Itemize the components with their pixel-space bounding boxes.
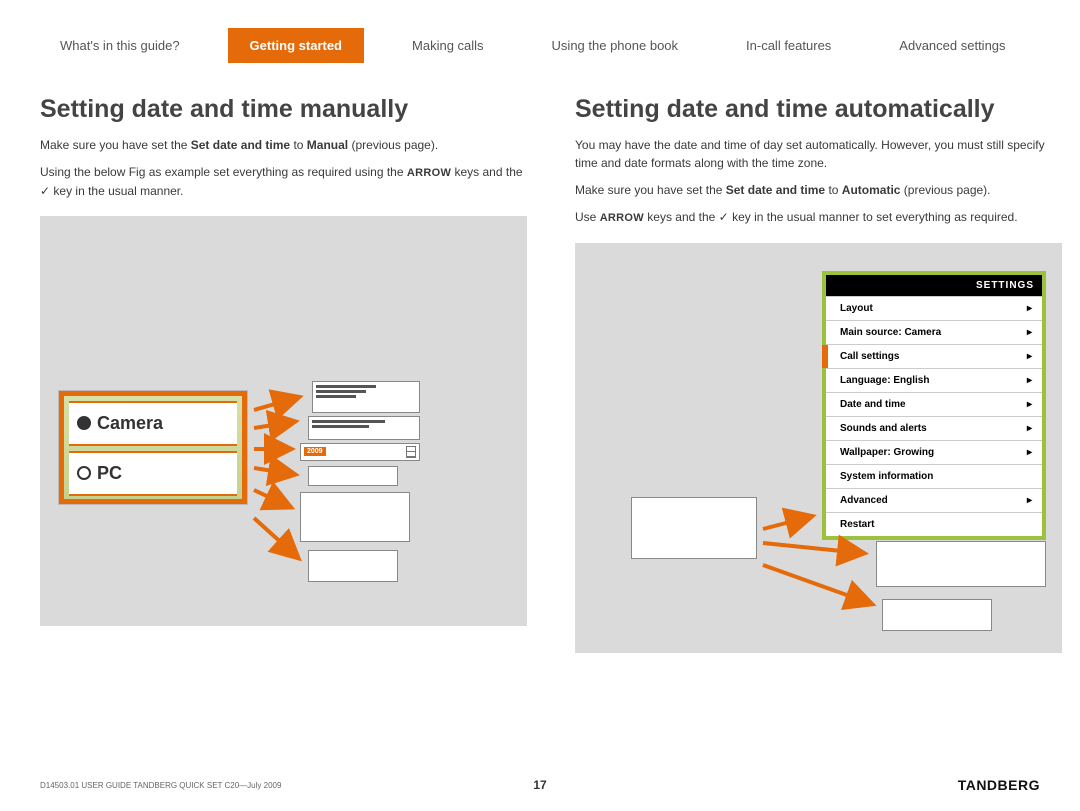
arrow-icon [252, 418, 304, 437]
arrow-icon [252, 464, 304, 483]
source-pc-label: PC [97, 463, 122, 484]
arrow-icon [252, 488, 300, 517]
thumb-4 [308, 466, 398, 486]
arrow-icon [761, 563, 881, 616]
year-badge: 2009 [304, 447, 326, 456]
auto-p3: Use ARROW keys and the ✓ key in the usua… [575, 208, 1062, 227]
settings-row-layout[interactable]: Layout▸ [826, 296, 1042, 320]
manual-p2: Using the below Fig as example set every… [40, 163, 527, 200]
source-camera-label: Camera [97, 413, 163, 434]
settings-row-datetime[interactable]: Date and time▸ [826, 392, 1042, 416]
right-column: Setting date and time automatically You … [575, 95, 1062, 653]
thumb-year: 2009 [300, 443, 420, 461]
chevron-right-icon: ▸ [1027, 351, 1032, 362]
tab-getting-started[interactable]: Getting started [228, 28, 364, 63]
thumb-2 [308, 416, 420, 440]
chevron-right-icon: ▸ [1027, 303, 1032, 314]
auto-p1: You may have the date and time of day se… [575, 136, 1062, 172]
heading-manual: Setting date and time manually [40, 95, 527, 124]
tab-phone-book[interactable]: Using the phone book [532, 28, 698, 63]
arrow-icon [252, 394, 308, 419]
settings-row-wallpaper[interactable]: Wallpaper: Growing▸ [826, 440, 1042, 464]
arrow-icon [252, 516, 308, 569]
auto-p2: Make sure you have set the Set date and … [575, 181, 1062, 199]
settings-row-sysinfo[interactable]: System information▸ [826, 464, 1042, 488]
settings-row-advanced[interactable]: Advanced▸ [826, 488, 1042, 512]
source-camera[interactable]: Camera [69, 401, 237, 446]
chevron-right-icon: ▸ [1027, 375, 1032, 386]
chevron-right-icon: ▸ [1027, 327, 1032, 338]
radio-icon [77, 416, 91, 430]
thumb-box-1 [631, 497, 757, 559]
arrow-icon [252, 442, 298, 460]
chevron-right-icon: ▸ [1027, 399, 1032, 410]
settings-row-language[interactable]: Language: English▸ [826, 368, 1042, 392]
radio-icon [77, 466, 91, 480]
arrow-icon [761, 539, 873, 564]
brand-logo: TANDBERG [958, 777, 1040, 793]
thumb-box-2 [876, 541, 1046, 587]
tab-advanced[interactable]: Advanced settings [879, 28, 1025, 63]
thumb-box-3 [882, 599, 992, 631]
chevron-right-icon: ▸ [1027, 423, 1032, 434]
settings-row-mainsource[interactable]: Main source: Camera▸ [826, 320, 1042, 344]
heading-auto: Setting date and time automatically [575, 95, 1062, 124]
tab-whats-in-guide[interactable]: What's in this guide? [40, 28, 200, 63]
page-footer: D14503.01 USER GUIDE TANDBERG QUICK SET … [40, 777, 1040, 793]
source-pc[interactable]: PC [69, 451, 237, 496]
thumb-5 [300, 492, 410, 542]
settings-title: SETTINGS [826, 275, 1042, 296]
top-nav: What's in this guide? Getting started Ma… [40, 28, 1040, 63]
stepper-icon [406, 446, 416, 458]
chevron-right-icon: ▸ [1027, 447, 1032, 458]
thumb-6 [308, 550, 398, 582]
settings-panel: SETTINGS Layout▸ Main source: Camera▸ Ca… [822, 271, 1046, 540]
left-column: Setting date and time manually Make sure… [40, 95, 527, 653]
page-number: 17 [533, 778, 546, 792]
doc-id: D14503.01 USER GUIDE TANDBERG QUICK SET … [40, 781, 281, 790]
source-selector: Camera PC [58, 390, 248, 505]
settings-row-restart[interactable]: Restart▸ [826, 512, 1042, 536]
arrow-icon [761, 513, 821, 538]
settings-row-callsettings[interactable]: Call settings▸ [826, 344, 1042, 368]
figure-auto: SETTINGS Layout▸ Main source: Camera▸ Ca… [575, 243, 1062, 653]
figure-manual: Camera PC 2009 [40, 216, 527, 626]
chevron-right-icon: ▸ [1027, 495, 1032, 506]
thumb-1 [312, 381, 420, 413]
manual-p1: Make sure you have set the Set date and … [40, 136, 527, 154]
settings-row-sounds[interactable]: Sounds and alerts▸ [826, 416, 1042, 440]
tab-making-calls[interactable]: Making calls [392, 28, 504, 63]
tab-in-call[interactable]: In-call features [726, 28, 851, 63]
